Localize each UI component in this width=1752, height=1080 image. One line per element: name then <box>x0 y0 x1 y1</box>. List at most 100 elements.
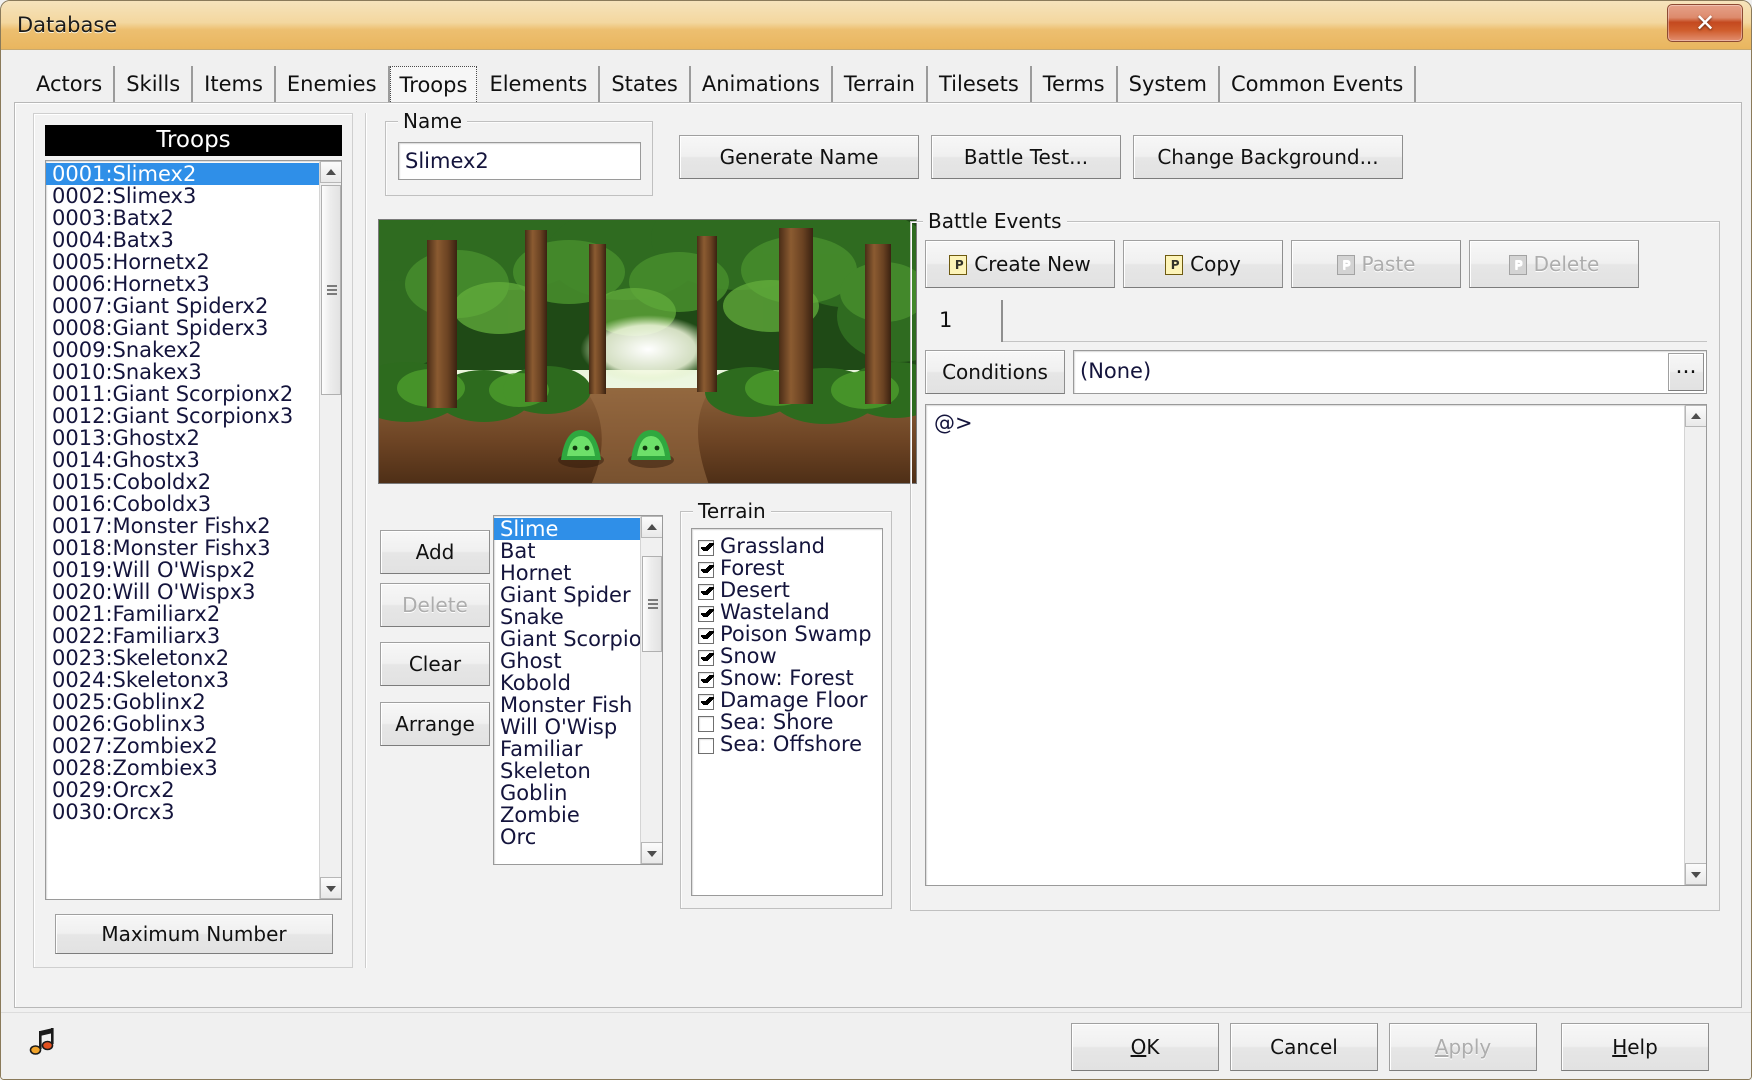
troops-list-item[interactable]: 0030:Orcx3 <box>46 801 319 823</box>
terrain-checkbox-row[interactable]: Wasteland <box>698 601 878 623</box>
event-command-line[interactable]: @> <box>934 411 973 435</box>
troops-list-item[interactable]: 0008:Giant Spiderx3 <box>46 317 319 339</box>
troops-list-item[interactable]: 0009:Snakex2 <box>46 339 319 361</box>
troops-list-item[interactable]: 0003:Batx2 <box>46 207 319 229</box>
troops-scrollbar[interactable] <box>319 161 341 899</box>
maximum-number-button[interactable]: Maximum Number <box>55 914 333 954</box>
enemy-scroll-thumb[interactable] <box>642 556 662 652</box>
troops-list-item[interactable]: 0005:Hornetx2 <box>46 251 319 273</box>
checkbox-unchecked-icon[interactable] <box>698 738 714 754</box>
checkbox-checked-icon[interactable] <box>698 694 714 710</box>
tab-elements[interactable]: Elements <box>478 66 600 104</box>
troops-list-item[interactable]: 0012:Giant Scorpionx3 <box>46 405 319 427</box>
checkbox-checked-icon[interactable] <box>698 540 714 556</box>
troops-listbox[interactable]: 0001:Slimex20002:Slimex30003:Batx20004:B… <box>45 160 342 900</box>
troops-list-item[interactable]: 0006:Hornetx3 <box>46 273 319 295</box>
troops-list-item[interactable]: 0020:Will O'Wispx3 <box>46 581 319 603</box>
conditions-field[interactable]: (None) ... <box>1073 350 1707 394</box>
tab-common-events[interactable]: Common Events <box>1220 66 1416 104</box>
cancel-button[interactable]: Cancel <box>1230 1023 1378 1071</box>
ok-button[interactable]: OK <box>1071 1023 1219 1071</box>
enemy-list-item[interactable]: Ghost <box>494 650 640 672</box>
terrain-checkbox-row[interactable]: Grassland <box>698 535 878 557</box>
battle-background-preview[interactable] <box>378 219 917 484</box>
change-background-button[interactable]: Change Background... <box>1133 135 1403 179</box>
troops-list-item[interactable]: 0004:Batx3 <box>46 229 319 251</box>
event-scroll-up-arrow-icon[interactable] <box>1685 405 1707 427</box>
event-page-tab-1[interactable]: 1 <box>925 300 1003 342</box>
troops-list-item[interactable]: 0010:Snakex3 <box>46 361 319 383</box>
troops-list-item[interactable]: 0018:Monster Fishx3 <box>46 537 319 559</box>
tab-actors[interactable]: Actors <box>25 66 115 104</box>
create-new-button[interactable]: Create New <box>925 240 1115 288</box>
help-button[interactable]: Help <box>1561 1023 1709 1071</box>
enemy-scrollbar[interactable] <box>640 516 662 864</box>
troops-list-item[interactable]: 0002:Slimex3 <box>46 185 319 207</box>
enemy-list-item[interactable]: Kobold <box>494 672 640 694</box>
troops-list-item[interactable]: 0016:Coboldx3 <box>46 493 319 515</box>
enemy-list-item[interactable]: Slime <box>494 518 640 540</box>
apply-button[interactable]: Apply <box>1389 1023 1537 1071</box>
tab-enemies[interactable]: Enemies <box>276 66 390 104</box>
troops-list-item[interactable]: 0015:Coboldx2 <box>46 471 319 493</box>
tab-states[interactable]: States <box>600 66 691 104</box>
terrain-checkbox-row[interactable]: Poison Swamp <box>698 623 878 645</box>
terrain-checklist[interactable]: GrasslandForestDesertWastelandPoison Swa… <box>691 528 883 896</box>
tab-troops[interactable]: Troops <box>390 66 478 104</box>
event-list-scrollbar[interactable] <box>1684 405 1706 885</box>
terrain-checkbox-row[interactable]: Snow <box>698 645 878 667</box>
checkbox-checked-icon[interactable] <box>698 606 714 622</box>
enemy-list-item[interactable]: Giant Spider <box>494 584 640 606</box>
enemy-scroll-down-arrow-icon[interactable] <box>641 842 663 864</box>
tab-items[interactable]: Items <box>193 66 276 104</box>
troops-list-item[interactable]: 0025:Goblinx2 <box>46 691 319 713</box>
enemy-list-item[interactable]: Snake <box>494 606 640 628</box>
generate-name-button[interactable]: Generate Name <box>679 135 919 179</box>
terrain-checkbox-row[interactable]: Sea: Offshore <box>698 733 878 755</box>
checkbox-unchecked-icon[interactable] <box>698 716 714 732</box>
enemy-list-item[interactable]: Giant Scorpion <box>494 628 640 650</box>
tab-system[interactable]: System <box>1118 66 1220 104</box>
tab-tilesets[interactable]: Tilesets <box>928 66 1032 104</box>
enemy-listbox[interactable]: SlimeBatHornetGiant SpiderSnakeGiant Sco… <box>493 515 663 865</box>
music-note-icon[interactable] <box>29 1027 59 1059</box>
add-button[interactable]: Add <box>380 530 490 574</box>
enemy-list-item[interactable]: Monster Fish <box>494 694 640 716</box>
troops-list-item[interactable]: 0001:Slimex2 <box>46 163 319 185</box>
enemy-list-item[interactable]: Will O'Wisp <box>494 716 640 738</box>
terrain-checkbox-row[interactable]: Damage Floor <box>698 689 878 711</box>
troops-list-item[interactable]: 0011:Giant Scorpionx2 <box>46 383 319 405</box>
enemy-scroll-up-arrow-icon[interactable] <box>641 516 663 538</box>
troops-list-item[interactable]: 0019:Will O'Wispx2 <box>46 559 319 581</box>
troops-list-item[interactable]: 0014:Ghostx3 <box>46 449 319 471</box>
troops-list-item[interactable]: 0021:Familiarx2 <box>46 603 319 625</box>
conditions-ellipsis-button[interactable]: ... <box>1668 353 1704 391</box>
arrange-button[interactable]: Arrange <box>380 702 490 746</box>
terrain-checkbox-row[interactable]: Sea: Shore <box>698 711 878 733</box>
battle-test-button[interactable]: Battle Test... <box>931 135 1121 179</box>
checkbox-checked-icon[interactable] <box>698 672 714 688</box>
checkbox-checked-icon[interactable] <box>698 628 714 644</box>
terrain-checkbox-row[interactable]: Forest <box>698 557 878 579</box>
scroll-down-arrow-icon[interactable] <box>320 877 342 899</box>
name-input[interactable] <box>398 142 641 180</box>
delete-event-button[interactable]: Delete <box>1469 240 1639 288</box>
enemy-list-item[interactable]: Hornet <box>494 562 640 584</box>
troops-list-item[interactable]: 0029:Orcx2 <box>46 779 319 801</box>
enemy-list-item[interactable]: Bat <box>494 540 640 562</box>
terrain-checkbox-row[interactable]: Snow: Forest <box>698 667 878 689</box>
event-command-list[interactable]: @> <box>925 404 1707 886</box>
tab-terrain[interactable]: Terrain <box>833 66 928 104</box>
troops-list-item[interactable]: 0028:Zombiex3 <box>46 757 319 779</box>
tab-terms[interactable]: Terms <box>1032 66 1118 104</box>
terrain-checkbox-row[interactable]: Desert <box>698 579 878 601</box>
troops-list-item[interactable]: 0017:Monster Fishx2 <box>46 515 319 537</box>
tab-skills[interactable]: Skills <box>115 66 193 104</box>
enemy-list-item[interactable]: Familiar <box>494 738 640 760</box>
conditions-button[interactable]: Conditions <box>925 350 1065 394</box>
checkbox-checked-icon[interactable] <box>698 562 714 578</box>
close-button[interactable]: ✕ <box>1667 4 1743 42</box>
enemy-list-item[interactable]: Orc <box>494 826 640 848</box>
enemy-list-item[interactable]: Zombie <box>494 804 640 826</box>
enemy-list-item[interactable]: Skeleton <box>494 760 640 782</box>
